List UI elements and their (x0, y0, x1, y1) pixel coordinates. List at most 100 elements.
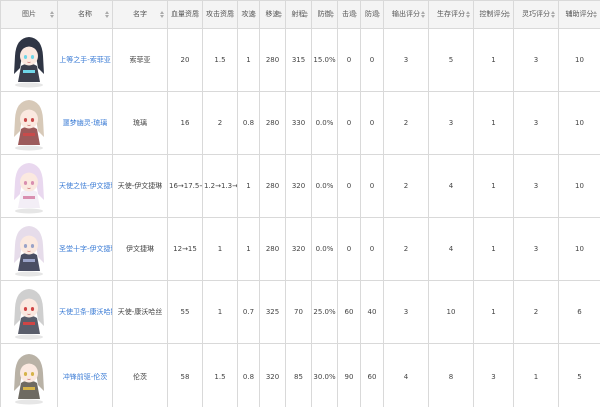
hp-cell: 12→15 (167, 217, 203, 281)
column-header[interactable]: 防退 (360, 0, 384, 29)
character-portrait-icon (14, 37, 44, 88)
atk-cell: 1.5 (202, 28, 238, 92)
character-link[interactable]: 上等之手-索菲亚 (57, 28, 113, 92)
aspd-cell: 1 (237, 154, 260, 218)
character-portrait (0, 217, 58, 281)
survival-score-cell: 5 (428, 28, 474, 92)
column-header[interactable]: 控制评分 (473, 0, 514, 29)
column-header[interactable]: 名字 (112, 0, 168, 29)
table-row: 噩梦幽灵-琉璃 琉璃 16 2 0.8 280 330 0.0% 0 0 2 3… (0, 91, 600, 155)
column-header[interactable]: 名称 (57, 0, 113, 29)
knockback-cell: 60 (337, 280, 361, 344)
knockback-resist-cell: 0 (360, 91, 384, 155)
character-name: 伦茨 (112, 343, 168, 407)
dexterity-score-cell: 1 (513, 343, 559, 407)
control-score-cell: 1 (473, 154, 514, 218)
sort-icon[interactable] (551, 11, 556, 18)
output-score-cell: 2 (383, 91, 429, 155)
range-cell: 330 (285, 91, 312, 155)
sort-icon[interactable] (506, 11, 511, 18)
range-cell: 85 (285, 343, 312, 407)
dexterity-score-cell: 3 (513, 217, 559, 281)
support-score-cell: 6 (558, 280, 600, 344)
character-portrait (0, 28, 58, 92)
hp-cell: 16→17.5→ (167, 154, 203, 218)
character-portrait (0, 91, 58, 155)
speed-cell: 320 (259, 343, 286, 407)
sort-icon[interactable] (304, 11, 309, 18)
character-name: 天使-康沃哈丝 (112, 280, 168, 344)
sort-icon[interactable] (466, 11, 471, 18)
column-header[interactable]: 防御 (311, 0, 338, 29)
knockback-cell: 0 (337, 91, 361, 155)
control-score-cell: 1 (473, 217, 514, 281)
sort-icon[interactable] (105, 11, 110, 18)
sort-icon[interactable] (50, 11, 55, 18)
hp-cell: 20 (167, 28, 203, 92)
knockback-resist-cell: 0 (360, 28, 384, 92)
character-link[interactable]: 天使卫条-康沃哈斯 (57, 280, 113, 344)
column-header[interactable]: 射程 (285, 0, 312, 29)
survival-score-cell: 4 (428, 217, 474, 281)
page: 图片 名称 名字 血量资质 攻击资质 攻速 移速 射程 防御 击退 防退 输出评… (0, 0, 600, 407)
sort-icon[interactable] (593, 11, 598, 18)
sort-icon[interactable] (230, 11, 235, 18)
defense-cell: 0.0% (311, 217, 338, 281)
character-link[interactable]: 圣堂十字-伊文捷琳 (57, 217, 113, 281)
aspd-cell: 1 (237, 217, 260, 281)
defense-cell: 0.0% (311, 154, 338, 218)
column-header[interactable]: 攻击资质 (202, 0, 238, 29)
table-row: 冲锋前驱-伦茨 伦茨 58 1.5 0.8 320 85 30.0% 90 60… (0, 343, 600, 407)
character-portrait-icon (14, 100, 44, 151)
sort-icon[interactable] (421, 11, 426, 18)
sort-icon[interactable] (376, 11, 381, 18)
knockback-resist-cell: 0 (360, 217, 384, 281)
dexterity-score-cell: 3 (513, 154, 559, 218)
character-portrait-icon (14, 353, 44, 404)
sort-icon[interactable] (330, 11, 335, 18)
table-row: 上等之手-索菲亚 索菲亚 20 1.5 1 280 315 15.0% 0 0 … (0, 28, 600, 92)
defense-cell: 25.0% (311, 280, 338, 344)
knockback-cell: 0 (337, 154, 361, 218)
column-header[interactable]: 击退 (337, 0, 361, 29)
speed-cell: 280 (259, 91, 286, 155)
sort-icon[interactable] (195, 11, 200, 18)
sort-icon[interactable] (252, 11, 257, 18)
hp-cell: 55 (167, 280, 203, 344)
hp-cell: 58 (167, 343, 203, 407)
control-score-cell: 1 (473, 91, 514, 155)
speed-cell: 280 (259, 154, 286, 218)
character-link[interactable]: 噩梦幽灵-琉璃 (57, 91, 113, 155)
aspd-cell: 0.8 (237, 91, 260, 155)
column-header[interactable]: 输出评分 (383, 0, 429, 29)
support-score-cell: 10 (558, 91, 600, 155)
defense-cell: 30.0% (311, 343, 338, 407)
atk-cell: 1 (202, 280, 238, 344)
sort-icon[interactable] (353, 11, 358, 18)
column-header[interactable]: 图片 (0, 0, 58, 29)
range-cell: 315 (285, 28, 312, 92)
character-name: 伊文捷琳 (112, 217, 168, 281)
support-score-cell: 10 (558, 28, 600, 92)
dexterity-score-cell: 2 (513, 280, 559, 344)
character-portrait (0, 343, 58, 407)
aspd-cell: 0.7 (237, 280, 260, 344)
defense-cell: 15.0% (311, 28, 338, 92)
table-row: 天使卫条-康沃哈斯 天使-康沃哈丝 55 1 0.7 325 70 25.0% … (0, 280, 600, 344)
column-header[interactable]: 生存评分 (428, 0, 474, 29)
survival-score-cell: 8 (428, 343, 474, 407)
sort-icon[interactable] (160, 11, 165, 18)
output-score-cell: 2 (383, 217, 429, 281)
character-link[interactable]: 冲锋前驱-伦茨 (57, 343, 113, 407)
column-header[interactable]: 辅助评分 (558, 0, 600, 29)
column-header[interactable]: 移速 (259, 0, 286, 29)
column-header[interactable]: 攻速 (237, 0, 260, 29)
dexterity-score-cell: 3 (513, 28, 559, 92)
support-score-cell: 10 (558, 154, 600, 218)
column-header[interactable]: 血量资质 (167, 0, 203, 29)
sort-icon[interactable] (278, 11, 283, 18)
column-header[interactable]: 灵巧评分 (513, 0, 559, 29)
header-row: 图片 名称 名字 血量资质 攻击资质 攻速 移速 射程 防御 击退 防退 输出评… (0, 0, 600, 29)
character-link[interactable]: 天使之怯-伊文捷琳 (57, 154, 113, 218)
atk-cell: 1.2→1.3→ (202, 154, 238, 218)
